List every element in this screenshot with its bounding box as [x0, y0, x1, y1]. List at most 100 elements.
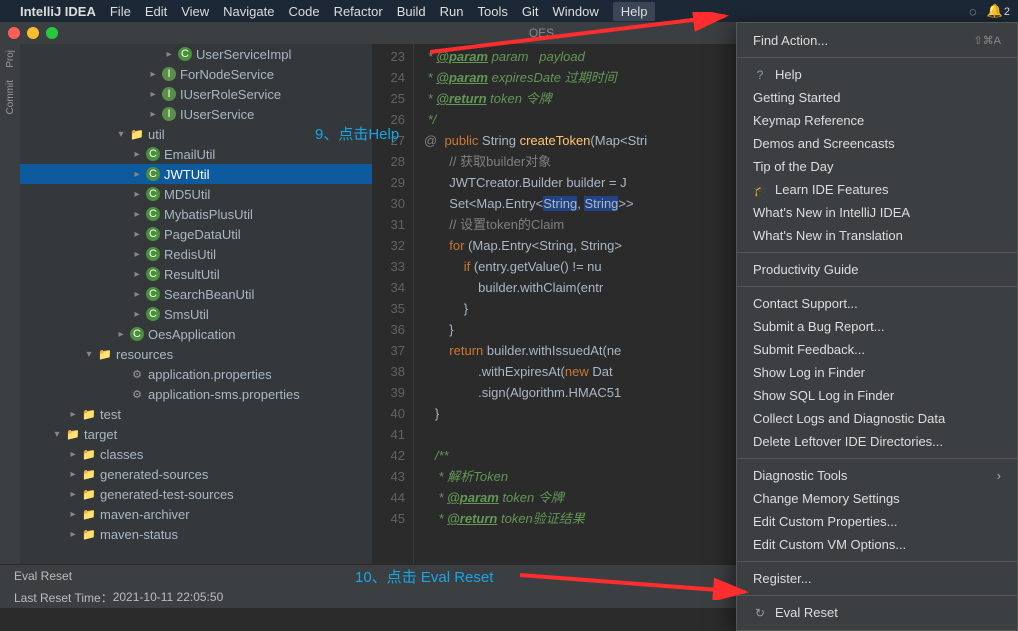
- tree-row[interactable]: ▸CUserServiceImpl: [20, 44, 372, 64]
- tree-caret-icon[interactable]: ▸: [132, 249, 142, 260]
- dd-tip[interactable]: Tip of the Day: [737, 155, 1017, 178]
- tree-caret-icon[interactable]: ▸: [132, 229, 142, 240]
- menu-view[interactable]: View: [181, 4, 209, 19]
- help-icon: ?: [753, 68, 767, 82]
- dd-keymap[interactable]: Keymap Reference: [737, 109, 1017, 132]
- dd-feedback[interactable]: Submit Feedback...: [737, 338, 1017, 361]
- tree-row[interactable]: ▸CJWTUtil: [20, 164, 372, 184]
- tree-row[interactable]: ▸CEmailUtil: [20, 144, 372, 164]
- tree-row[interactable]: ▸📁classes: [20, 444, 372, 464]
- tree-row[interactable]: ▸📁maven-status: [20, 524, 372, 544]
- dd-showlog[interactable]: Show Log in Finder: [737, 361, 1017, 384]
- tree-caret-icon[interactable]: ▸: [148, 69, 158, 80]
- rail-project[interactable]: Proj: [5, 50, 16, 68]
- window-minimize-icon[interactable]: [27, 27, 39, 39]
- sync-icon[interactable]: ◌: [969, 4, 977, 19]
- dd-delete-dirs[interactable]: Delete Leftover IDE Directories...: [737, 430, 1017, 453]
- tree-row[interactable]: ▸IIUserRoleService: [20, 84, 372, 104]
- dd-help[interactable]: ?Help: [737, 63, 1017, 86]
- menu-file[interactable]: File: [110, 4, 131, 19]
- dd-demos[interactable]: Demos and Screencasts: [737, 132, 1017, 155]
- tree-caret-icon[interactable]: ▸: [148, 89, 158, 100]
- tree-caret-icon[interactable]: ▸: [68, 489, 78, 500]
- tree-row[interactable]: ▸CSmsUtil: [20, 304, 372, 324]
- notification-bell-icon[interactable]: 🔔2: [987, 3, 1010, 19]
- dd-eval-reset[interactable]: ↻Eval Reset: [737, 601, 1017, 624]
- dd-productivity[interactable]: Productivity Guide: [737, 258, 1017, 281]
- dd-showsql[interactable]: Show SQL Log in Finder: [737, 384, 1017, 407]
- menu-refactor[interactable]: Refactor: [334, 4, 383, 19]
- dd-whatsnew-translation[interactable]: What's New in Translation: [737, 224, 1017, 247]
- menu-code[interactable]: Code: [288, 4, 319, 19]
- project-tree[interactable]: ▸CUserServiceImpl▸IForNodeService▸IIUser…: [20, 44, 372, 564]
- dd-vm-options[interactable]: Edit Custom VM Options...: [737, 533, 1017, 556]
- tree-row[interactable]: ▸📁generated-sources: [20, 464, 372, 484]
- tree-row[interactable]: ▸📁maven-archiver: [20, 504, 372, 524]
- window-zoom-icon[interactable]: [46, 27, 58, 39]
- dd-bug[interactable]: Submit a Bug Report...: [737, 315, 1017, 338]
- tree-caret-icon[interactable]: ▸: [116, 329, 126, 340]
- tree-row[interactable]: ▸CMybatisPlusUtil: [20, 204, 372, 224]
- window-close-icon[interactable]: [8, 27, 20, 39]
- dd-find-action[interactable]: Find Action...⇧⌘A: [737, 29, 1017, 52]
- menu-help[interactable]: Help: [613, 2, 656, 21]
- menu-build[interactable]: Build: [397, 4, 426, 19]
- tree-row[interactable]: ▾📁resources: [20, 344, 372, 364]
- tree-caret-icon[interactable]: ▸: [68, 449, 78, 460]
- tree-caret-icon[interactable]: ▸: [68, 409, 78, 420]
- tree-row[interactable]: ▸CPageDataUtil: [20, 224, 372, 244]
- tree-caret-icon[interactable]: ▸: [132, 189, 142, 200]
- menu-tools[interactable]: Tools: [477, 4, 507, 19]
- help-dropdown[interactable]: Find Action...⇧⌘A ?Help Getting Started …: [736, 22, 1018, 631]
- tree-caret-icon[interactable]: ▸: [68, 469, 78, 480]
- tree-caret-icon[interactable]: ▸: [132, 209, 142, 220]
- tree-row[interactable]: ▾📁target: [20, 424, 372, 444]
- menu-window[interactable]: Window: [552, 4, 598, 19]
- dd-contact[interactable]: Contact Support...: [737, 292, 1017, 315]
- tree-row[interactable]: ▸IForNodeService: [20, 64, 372, 84]
- tree-caret-icon[interactable]: ▸: [68, 529, 78, 540]
- tree-caret-icon[interactable]: ▸: [132, 309, 142, 320]
- tree-row[interactable]: ▸📁test: [20, 404, 372, 424]
- dd-learn[interactable]: 🎓Learn IDE Features: [737, 178, 1017, 201]
- tree-caret-icon[interactable]: ▾: [116, 129, 126, 140]
- tree-row[interactable]: ⚙application.properties: [20, 364, 372, 384]
- dd-whatsnew[interactable]: What's New in IntelliJ IDEA: [737, 201, 1017, 224]
- tree-caret-icon[interactable]: ▸: [148, 109, 158, 120]
- tree-caret-icon[interactable]: ▸: [164, 49, 174, 60]
- left-tool-rail[interactable]: Proj Commit: [0, 44, 20, 564]
- menu-git[interactable]: Git: [522, 4, 539, 19]
- tree-node-label: JWTUtil: [164, 167, 210, 182]
- menu-run[interactable]: Run: [440, 4, 464, 19]
- dd-register[interactable]: Register...: [737, 567, 1017, 590]
- tree-caret-icon[interactable]: ▸: [132, 289, 142, 300]
- tree-caret-icon[interactable]: ▸: [132, 269, 142, 280]
- tree-row[interactable]: ▸IIUserService: [20, 104, 372, 124]
- kbd-shortcut: ⇧⌘A: [973, 34, 1001, 47]
- tree-caret-icon[interactable]: ▸: [132, 169, 142, 180]
- dd-getting-started[interactable]: Getting Started: [737, 86, 1017, 109]
- menu-edit[interactable]: Edit: [145, 4, 167, 19]
- tree-row[interactable]: ▸CResultUtil: [20, 264, 372, 284]
- eval-reset-status[interactable]: Eval Reset: [14, 569, 72, 583]
- dd-diagnostic[interactable]: Diagnostic Tools›: [737, 464, 1017, 487]
- menu-navigate[interactable]: Navigate: [223, 4, 274, 19]
- gutter-line: 42: [372, 445, 405, 466]
- tree-row[interactable]: ▸CRedisUtil: [20, 244, 372, 264]
- dd-memory[interactable]: Change Memory Settings: [737, 487, 1017, 510]
- dd-collect-logs[interactable]: Collect Logs and Diagnostic Data: [737, 407, 1017, 430]
- tree-row[interactable]: ⚙application-sms.properties: [20, 384, 372, 404]
- tree-row[interactable]: ▸CMD5Util: [20, 184, 372, 204]
- tree-caret-icon[interactable]: ▾: [52, 429, 62, 440]
- tree-row[interactable]: ▸COesApplication: [20, 324, 372, 344]
- tree-caret-icon[interactable]: ▸: [68, 509, 78, 520]
- dd-custom-props[interactable]: Edit Custom Properties...: [737, 510, 1017, 533]
- tree-node-label: RedisUtil: [164, 247, 216, 262]
- tree-node-icon: 📁: [66, 427, 80, 441]
- tree-row[interactable]: ▸CSearchBeanUtil: [20, 284, 372, 304]
- tree-caret-icon[interactable]: ▾: [84, 349, 94, 360]
- tree-caret-icon[interactable]: ▸: [132, 149, 142, 160]
- tree-row[interactable]: ▸📁generated-test-sources: [20, 484, 372, 504]
- tree-row[interactable]: ▾📁util: [20, 124, 372, 144]
- rail-commit[interactable]: Commit: [5, 80, 16, 114]
